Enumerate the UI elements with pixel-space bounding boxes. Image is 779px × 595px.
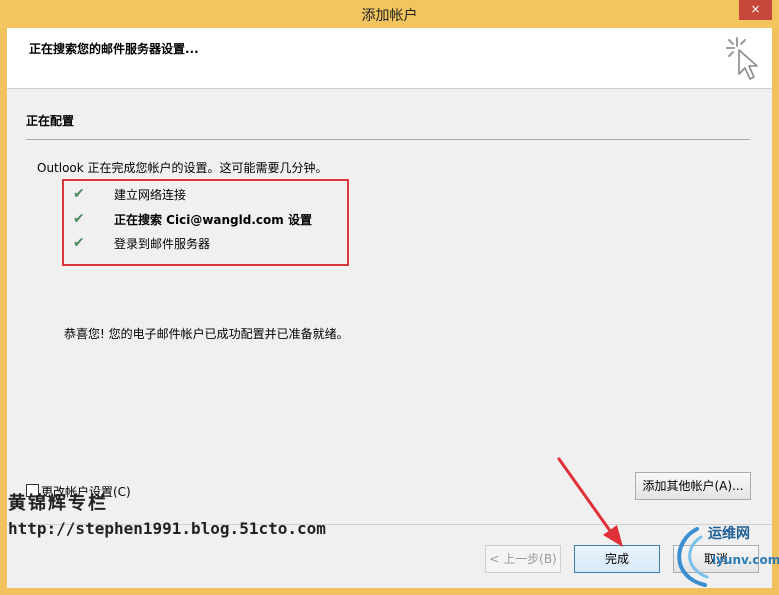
add-other-account-button[interactable]: 添加其他帐户(A)... (635, 472, 751, 500)
success-message: 恭喜您! 您的电子邮件帐户已成功配置并已准备就绪。 (64, 327, 349, 341)
header-text: 正在搜索您的邮件服务器设置... (29, 42, 199, 56)
logo-brand: 运维网 (708, 526, 750, 542)
cursor-sparkle-icon (726, 37, 758, 80)
watermark: 黄锦辉专栏 http://stephen1991.blog.51cto.com (8, 489, 326, 538)
section-title: 正在配置 (26, 114, 75, 128)
dialog-header: 正在搜索您的邮件服务器设置... (7, 28, 772, 89)
red-arrow-annotation (557, 457, 623, 547)
logo-url: iyunv.com (712, 553, 779, 567)
title-bar: 添加帐户 × (0, 0, 779, 28)
highlight-box (62, 179, 349, 266)
section-divider (26, 139, 750, 140)
intro-text: Outlook 正在完成您帐户的设置。这可能需要几分钟。 (37, 161, 328, 175)
close-button[interactable]: × (739, 0, 772, 20)
window-title: 添加帐户 (361, 8, 418, 24)
watermark-title: 黄锦辉专栏 (8, 493, 108, 514)
watermark-url: http://stephen1991.blog.51cto.com (8, 519, 326, 538)
close-icon: × (750, 2, 761, 16)
